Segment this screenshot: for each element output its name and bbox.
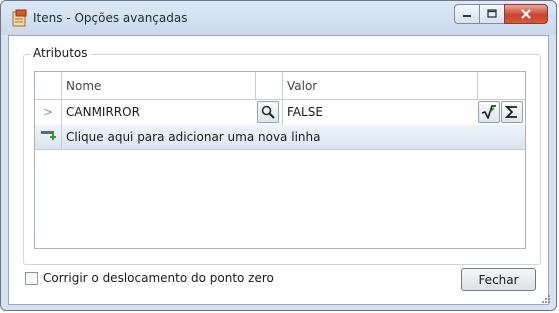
- attributes-grid: Nome Valor > CANMIRROR FALSE Clique aqui…: [34, 71, 526, 249]
- window-title: Itens - Opções avançadas: [33, 11, 188, 25]
- formula-button[interactable]: [478, 101, 500, 123]
- close-button[interactable]: [504, 4, 548, 24]
- zero-offset-label[interactable]: Corrigir o deslocamento do ponto zero: [43, 271, 274, 285]
- maximize-button[interactable]: [479, 4, 505, 24]
- table-row[interactable]: > CANMIRROR FALSE: [35, 99, 525, 126]
- sum-button[interactable]: [501, 101, 523, 123]
- dialog-body: Atributos Nome Valor > CANMIRROR FALSE C…: [8, 35, 549, 305]
- grid-header: Nome Valor: [35, 72, 525, 100]
- zero-offset-checkbox[interactable]: [25, 272, 38, 285]
- app-icon: [12, 9, 27, 27]
- new-row-label: Clique aqui para adicionar uma nova linh…: [66, 130, 321, 144]
- column-divider: [61, 125, 62, 149]
- dialog-window: Itens - Opções avançadas Atributos Nome …: [0, 0, 557, 311]
- name-cell[interactable]: CANMIRROR: [66, 105, 140, 119]
- column-header-valor[interactable]: Valor: [287, 79, 317, 93]
- column-divider: [282, 72, 283, 99]
- search-icon: [261, 105, 275, 119]
- column-divider: [282, 99, 283, 125]
- column-header-nome[interactable]: Nome: [66, 79, 101, 93]
- add-row-icon: [41, 131, 56, 140]
- group-title: Atributos: [30, 46, 91, 60]
- add-new-row[interactable]: Clique aqui para adicionar uma nova linh…: [35, 125, 525, 150]
- maximize-icon: [487, 9, 497, 18]
- minimize-button[interactable]: [454, 4, 480, 24]
- resize-grip-icon[interactable]: [542, 295, 550, 303]
- close-dialog-button[interactable]: Fechar: [461, 268, 536, 291]
- close-icon: [521, 9, 531, 19]
- search-button[interactable]: [257, 101, 279, 123]
- value-cell[interactable]: FALSE: [287, 105, 323, 119]
- sigma-icon: [505, 106, 517, 118]
- square-root-icon: [481, 105, 496, 119]
- title-bar[interactable]: Itens - Opções avançadas: [1, 1, 556, 35]
- column-divider: [61, 99, 62, 125]
- column-divider: [477, 72, 478, 99]
- column-divider: [255, 72, 256, 99]
- attributes-group: Atributos Nome Valor > CANMIRROR FALSE C…: [23, 46, 541, 265]
- column-divider: [61, 72, 62, 99]
- row-selector-indicator: >: [43, 105, 54, 119]
- minimize-icon: [463, 15, 471, 17]
